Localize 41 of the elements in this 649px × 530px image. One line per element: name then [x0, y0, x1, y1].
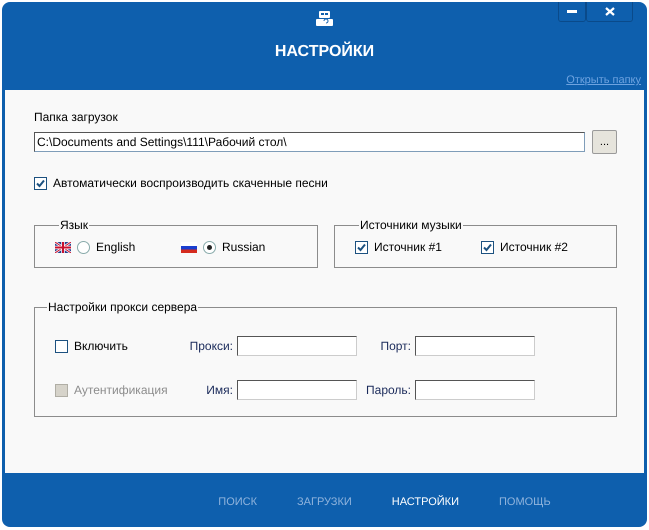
text-field[interactable]: [237, 380, 357, 400]
flag-icon: [181, 242, 197, 252]
flag-icon: [55, 242, 71, 252]
field-label: Имя:: [205, 383, 234, 397]
field-label: Порт:: [379, 339, 412, 353]
radio-dot-icon: [207, 244, 212, 250]
text-field[interactable]: [237, 336, 357, 356]
nav-tab[interactable]: ПОМОЩЬ: [498, 496, 551, 508]
group-title: Настройки прокси сервера: [47, 300, 198, 314]
nav-tab[interactable]: НАСТРОЙКИ: [392, 496, 459, 508]
minimize-icon: [567, 10, 577, 13]
nav-tab[interactable]: ПОИСК: [218, 496, 258, 508]
browse-button[interactable]: ...: [592, 130, 617, 154]
nav-tab[interactable]: ЗАГРУЗКИ: [297, 496, 352, 508]
close-icon: [604, 7, 614, 16]
checkbox[interactable]: [355, 240, 368, 254]
checkbox[interactable]: [34, 176, 47, 190]
checkbox[interactable]: [55, 340, 68, 352]
open-folder-link[interactable]: Открыть папку: [566, 74, 641, 86]
close-button[interactable]: [586, 2, 633, 22]
checkbox-label: Аутентификация: [74, 383, 168, 397]
radio-label: Russian: [222, 240, 266, 254]
field-label: Папка загрузок: [34, 110, 119, 124]
checkbox-label: Источник #1: [374, 240, 442, 254]
window-title: НАСТРОЙКИ: [274, 43, 374, 61]
folder-path-field[interactable]: C:\Documents and Settings\111\Рабочий стол\: [34, 132, 585, 152]
minimize-button[interactable]: [558, 2, 586, 22]
field-label: Прокси:: [188, 339, 234, 353]
checkbox[interactable]: [481, 240, 494, 254]
radio-label: English: [96, 240, 136, 254]
field-label: Пароль:: [365, 383, 412, 397]
checkbox-label: Автоматически воспроизводить скаченные песни: [53, 176, 328, 190]
group-title: Язык: [59, 218, 90, 232]
radio-button[interactable]: [203, 240, 216, 254]
text-field[interactable]: [415, 336, 535, 356]
app-icon: [316, 11, 333, 27]
checkbox-label: Источник #2: [500, 240, 568, 254]
group-title: Источники музыки: [359, 218, 463, 232]
radio-button[interactable]: [77, 240, 90, 254]
text-field[interactable]: [415, 380, 535, 400]
checkbox-label: Включить: [74, 339, 128, 353]
